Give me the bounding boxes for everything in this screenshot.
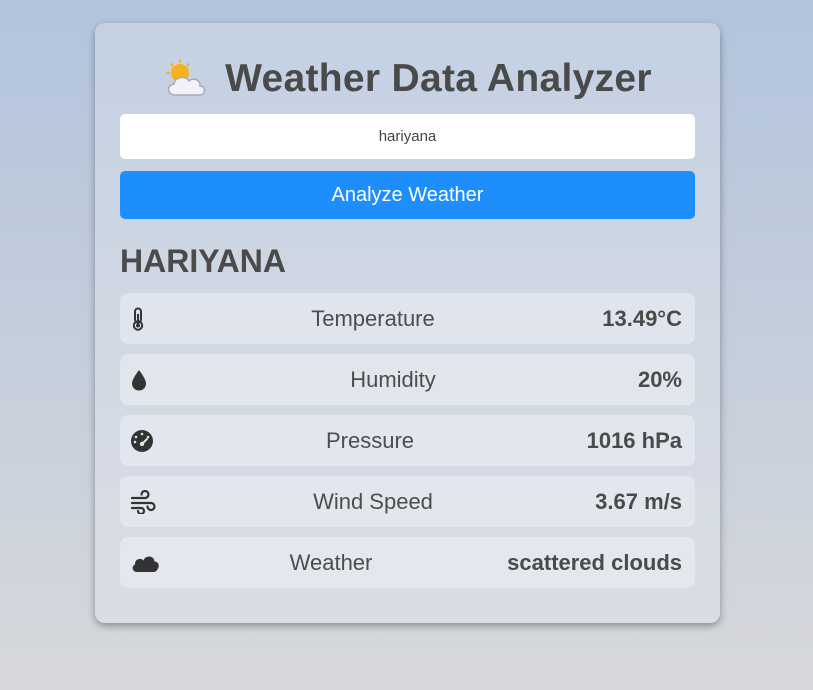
metric-label: Humidity [350, 367, 436, 392]
metric-value: 1016 hPa [586, 428, 682, 453]
metric-value: 20% [637, 367, 682, 392]
city-search-input[interactable] [120, 114, 695, 159]
header: Weather Data Analyzer [95, 53, 720, 105]
metric-row-pressure: Pressure 1016 hPa [120, 415, 695, 466]
weather-card: Weather Data Analyzer Analyze Weather HA… [95, 23, 720, 623]
metric-label: Wind Speed [313, 489, 433, 514]
metrics-list: Temperature 13.49°C Humidity 20% Pressur… [120, 293, 695, 598]
analyze-weather-button[interactable]: Analyze Weather [120, 171, 695, 219]
metric-row-wind-speed: Wind Speed 3.67 m/s [120, 476, 695, 527]
city-name: HARIYANA [120, 243, 286, 279]
metric-label: Weather [289, 550, 373, 575]
metric-row-humidity: Humidity 20% [120, 354, 695, 405]
metric-row-weather: Weather scattered clouds [120, 537, 695, 588]
metric-value: 3.67 m/s [595, 489, 682, 514]
metric-label: Temperature [311, 306, 435, 331]
wind-icon [130, 489, 160, 515]
cloud-icon [130, 550, 160, 576]
thermometer-icon [130, 306, 160, 332]
page-title: Weather Data Analyzer [225, 57, 652, 100]
gauge-icon [130, 428, 160, 454]
droplet-icon [130, 367, 160, 393]
sun-behind-cloud-icon [163, 59, 209, 99]
metric-value: scattered clouds [507, 550, 682, 575]
metric-label: Pressure [325, 428, 415, 453]
metric-value: 13.49°C [602, 306, 682, 331]
metric-row-temperature: Temperature 13.49°C [120, 293, 695, 344]
